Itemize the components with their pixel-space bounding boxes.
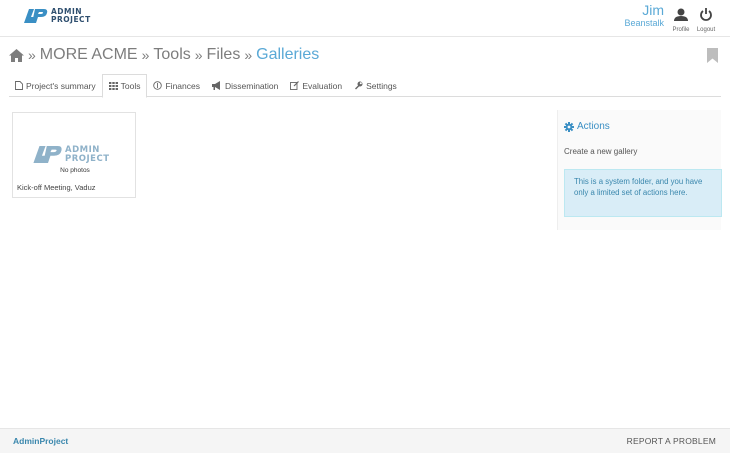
breadcrumb-current: Galleries	[256, 46, 320, 63]
system-folder-info: This is a system folder, and you have on…	[564, 169, 722, 217]
report-problem-link[interactable]: REPORT A PROBLEM	[627, 436, 716, 446]
actions-title-text: Actions	[577, 121, 610, 132]
logo-mark-icon	[33, 146, 62, 163]
file-icon	[15, 81, 23, 90]
power-icon	[700, 8, 712, 21]
gear-icon	[564, 121, 574, 132]
breadcrumb-separator: »	[141, 47, 150, 63]
breadcrumb-separator: »	[244, 47, 253, 63]
grid-icon	[108, 82, 118, 90]
wrench-icon	[355, 81, 363, 90]
megaphone-icon	[211, 81, 220, 90]
gallery-card[interactable]: ADMIN PROJECT No photos Kick-off Meeting…	[12, 112, 136, 198]
tab-evaluation[interactable]: Evaluation	[284, 74, 348, 97]
breadcrumb: » MORE ACME » Tools » Files » Galleries	[9, 46, 319, 64]
tab-label: Tools	[120, 81, 141, 91]
logout-label: Logout	[696, 27, 716, 33]
home-icon[interactable]	[9, 48, 24, 62]
no-photos-label: No photos	[60, 167, 90, 174]
logo-text-line2: PROJECT	[51, 14, 91, 24]
bookmark-icon[interactable]	[707, 48, 718, 63]
actions-panel: Actions Create a new gallery This is a s…	[557, 110, 722, 230]
tab-label: Settings	[366, 80, 397, 91]
breadcrumb-separator: »	[28, 47, 36, 63]
tab-tools[interactable]: Tools	[101, 74, 148, 98]
tab-settings[interactable]: Settings	[348, 74, 403, 97]
tab-label: Finances	[165, 80, 200, 91]
app-logo[interactable]: ADMIN PROJECT	[24, 8, 91, 23]
user-first-name: Jim	[642, 2, 664, 18]
coin-icon	[153, 81, 163, 90]
create-gallery-link[interactable]: Create a new gallery	[564, 147, 637, 156]
tab-label: Evaluation	[302, 80, 343, 91]
tab-dissemination[interactable]: Dissemination	[206, 74, 284, 97]
breadcrumb-item-tools[interactable]: Tools	[153, 46, 190, 64]
logout-button[interactable]: Logout	[694, 8, 718, 33]
profile-button[interactable]: Profile	[669, 8, 693, 33]
user-icon	[674, 8, 688, 21]
breadcrumb-separator: »	[194, 47, 203, 63]
logo-mark-icon	[24, 8, 48, 23]
breadcrumb-item-files[interactable]: Files	[207, 46, 241, 64]
logo-text-line2: PROJECT	[65, 153, 110, 164]
gallery-placeholder-logo: ADMIN PROJECT	[33, 146, 110, 163]
edit-icon	[290, 81, 300, 90]
tab-bar: Project's summary Tools Finances Dissemi…	[9, 74, 721, 98]
gallery-caption: Kick-off Meeting, Vaduz	[17, 183, 96, 192]
profile-label: Profile	[672, 27, 690, 33]
tab-label: Project's summary	[26, 80, 96, 91]
breadcrumb-item-project[interactable]: MORE ACME	[40, 46, 138, 64]
tab-label: Dissemination	[224, 80, 279, 91]
user-last-name: Beanstalk	[624, 18, 664, 28]
header: ADMIN PROJECT Jim Beanstalk Profile Logo…	[0, 0, 730, 37]
tab-projects-summary[interactable]: Project's summary	[9, 74, 102, 97]
user-name[interactable]: Jim Beanstalk	[624, 2, 664, 29]
footer-brand-link[interactable]: AdminProject	[13, 436, 68, 446]
footer: AdminProject REPORT A PROBLEM	[0, 428, 730, 453]
actions-title: Actions	[564, 121, 610, 132]
tab-finances[interactable]: Finances	[147, 74, 206, 97]
